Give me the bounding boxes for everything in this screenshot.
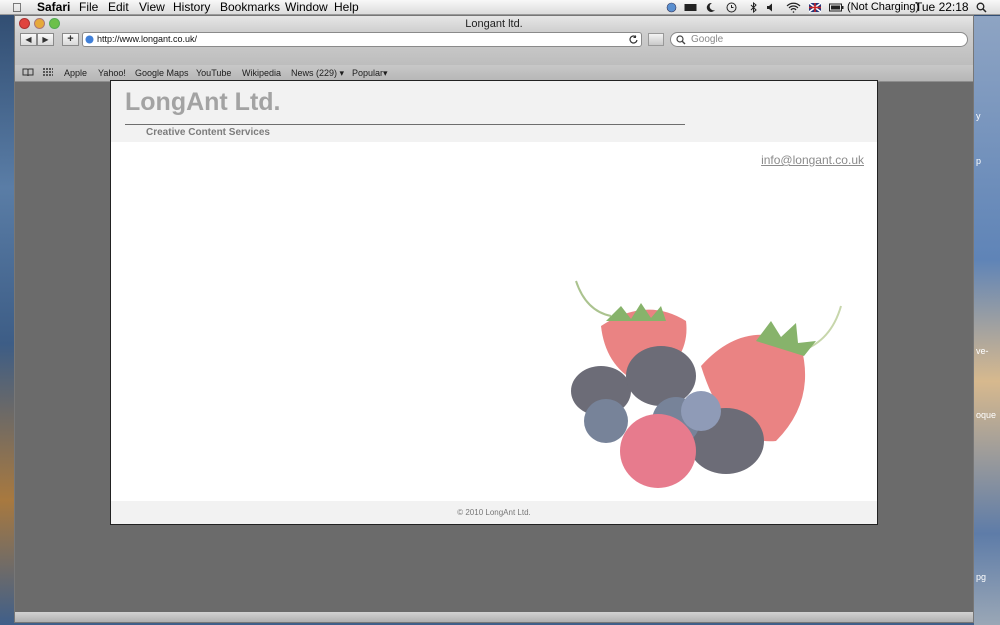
desktop-label-fragment: p [976,156,982,166]
search-placeholder: Google [691,34,724,45]
app-menu[interactable]: Safari [37,0,70,15]
bluetooth-icon[interactable] [748,2,759,13]
bookmark-wikipedia[interactable]: Wikipedia [242,68,281,78]
email-link[interactable]: info@longant.co.uk [761,153,864,167]
time-machine-icon[interactable] [726,2,737,13]
menu-window[interactable]: Window [285,0,328,15]
chevron-down-icon: ▾ [339,68,345,78]
berries-image [571,280,842,488]
menu-view[interactable]: View [139,0,165,15]
window-title: Longant ltd. [465,18,523,30]
close-button[interactable] [19,18,30,29]
page-footer: © 2010 LongAnt Ltd. [111,501,877,524]
browser-toolbar: ◀ ▶ + http://www.longant.co.uk/ Google A… [15,32,973,82]
window-status-bar [15,612,973,622]
menu-history[interactable]: History [173,0,210,15]
snapback-icon[interactable] [648,33,664,46]
clock[interactable]: Tue 22:18 [915,0,969,15]
window-titlebar[interactable]: Longant ltd. [15,16,973,32]
apple-menu-icon[interactable]:  [12,0,22,15]
volume-icon[interactable] [766,2,777,13]
zoom-button[interactable] [49,18,60,29]
spotlight-icon[interactable] [976,2,987,13]
bookmark-apple[interactable]: Apple [64,68,87,78]
moon-icon[interactable] [705,2,716,13]
bookmark-popular[interactable]: Popular▾ [352,68,388,79]
bookmark-youtube[interactable]: YouTube [196,68,231,78]
menu-bookmarks[interactable]: Bookmarks [220,0,280,15]
site-title: LongAnt Ltd. [125,88,281,116]
search-icon [676,35,686,45]
menu-bar:  Safari File Edit View History Bookmark… [0,0,1000,15]
add-bookmark-button[interactable]: + [62,33,79,46]
search-field[interactable]: Google [670,32,968,47]
book-icon[interactable] [22,68,34,77]
back-button[interactable]: ◀ [20,33,37,46]
menu-help[interactable]: Help [334,0,359,15]
menu-file[interactable]: File [79,0,98,15]
wifi-icon[interactable] [786,2,801,13]
desktop-label-fragment: y [976,111,981,121]
minimize-button[interactable] [34,18,45,29]
menu-edit[interactable]: Edit [108,0,129,15]
sync-icon[interactable] [666,2,677,13]
top-sites-grid-icon[interactable] [43,68,53,77]
header-divider [125,124,685,125]
tagline: Creative Content Services [146,127,270,138]
page-header: LongAnt Ltd. Creative Content Services [111,81,877,142]
desktop-label-fragment: pg [976,572,987,582]
forward-button[interactable]: ▶ [37,33,54,46]
bookmark-google-maps[interactable]: Google Maps [135,68,189,78]
browser-window: Longant ltd. ◀ ▶ + http://www.longant.co… [14,15,974,623]
battery-icon[interactable] [829,2,844,13]
globe-icon [85,35,94,44]
url-text: http://www.longant.co.uk/ [97,34,198,44]
keyboard-icon[interactable] [684,2,697,13]
battery-status[interactable]: (Not Charging) [847,0,919,15]
chevron-down-icon: ▾ [383,68,388,78]
desktop-label-fragment: oque [976,410,997,420]
desktop-label-fragment: ve- [976,346,989,356]
reload-icon[interactable] [629,35,638,44]
bookmark-news[interactable]: News (229) ▾ [291,68,344,79]
web-page: LongAnt Ltd. Creative Content Services i… [110,80,878,525]
uk-flag-icon[interactable] [809,2,821,13]
desktop-background: y p ve- oque pg [974,16,1000,625]
bookmark-yahoo[interactable]: Yahoo! [98,68,126,78]
address-bar[interactable]: http://www.longant.co.uk/ [82,32,642,47]
